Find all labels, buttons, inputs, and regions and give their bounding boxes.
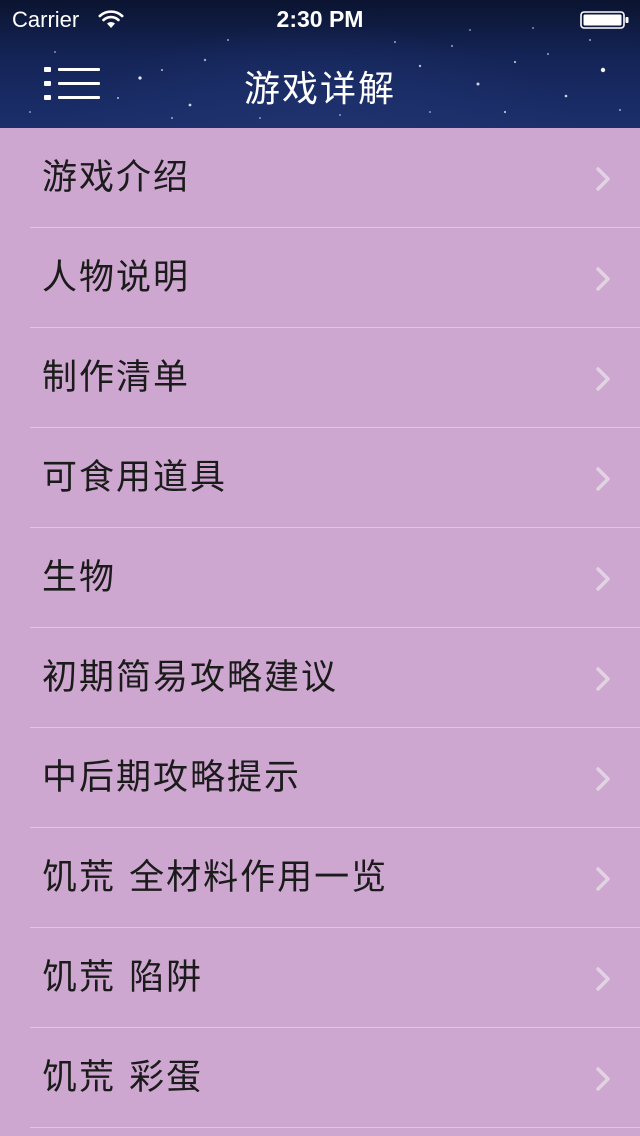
chevron-right-icon bbox=[596, 867, 610, 891]
list-item-9[interactable]: 饥荒 陷阱 bbox=[0, 928, 640, 1028]
chevron-right-icon bbox=[596, 1067, 610, 1091]
list-item-1[interactable]: 游戏介绍 bbox=[0, 128, 640, 228]
list-item-label: 中后期攻略提示 bbox=[42, 758, 302, 798]
list-item-10[interactable]: 饥荒 彩蛋 bbox=[0, 1028, 640, 1128]
list-item-2[interactable]: 人物说明 bbox=[0, 228, 640, 328]
chevron-right-icon bbox=[596, 767, 610, 791]
list-item-7[interactable]: 中后期攻略提示 bbox=[0, 728, 640, 828]
list-item-3[interactable]: 制作清单 bbox=[0, 328, 640, 428]
status-bar: Carrier 2:30 PM bbox=[0, 0, 640, 40]
list-item-label: 游戏介绍 bbox=[42, 158, 191, 198]
chevron-right-icon bbox=[596, 367, 610, 391]
navigation-header: Carrier 2:30 PM 游戏详解 bbox=[0, 0, 640, 128]
topic-list: 游戏介绍 人物说明 制作清单 可食用道具 生物 初期简易攻略建议 中后期攻略提示 bbox=[0, 128, 640, 1136]
list-item-label: 饥荒 陷阱 bbox=[42, 958, 204, 998]
battery-icon bbox=[580, 11, 629, 29]
chevron-right-icon bbox=[596, 467, 610, 491]
chevron-right-icon bbox=[596, 167, 610, 191]
list-item-label: 初期简易攻略建议 bbox=[42, 658, 339, 698]
list-item-label: 人物说明 bbox=[42, 258, 191, 298]
chevron-right-icon bbox=[596, 667, 610, 691]
chevron-right-icon bbox=[596, 967, 610, 991]
page-title: 游戏详解 bbox=[243, 69, 396, 110]
list-item-label: 生物 bbox=[42, 558, 117, 598]
list-item-label: 饥荒 全材料作用一览 bbox=[42, 858, 389, 898]
screen: Carrier 2:30 PM 游戏详解 游戏介绍 人物说明 制作清单 可食用道… bbox=[0, 0, 640, 1136]
list-item-label: 制作清单 bbox=[42, 358, 191, 398]
status-time: 2:30 PM bbox=[276, 6, 364, 32]
list-item-4[interactable]: 可食用道具 bbox=[0, 428, 640, 528]
list-item-5[interactable]: 生物 bbox=[0, 528, 640, 628]
list-item-label: 可食用道具 bbox=[42, 458, 228, 498]
chevron-right-icon bbox=[596, 267, 610, 291]
list-item-8[interactable]: 饥荒 全材料作用一览 bbox=[0, 828, 640, 928]
chevron-right-icon bbox=[596, 567, 610, 591]
list-item-label: 饥荒 彩蛋 bbox=[42, 1058, 204, 1098]
list-item-6[interactable]: 初期简易攻略建议 bbox=[0, 628, 640, 728]
